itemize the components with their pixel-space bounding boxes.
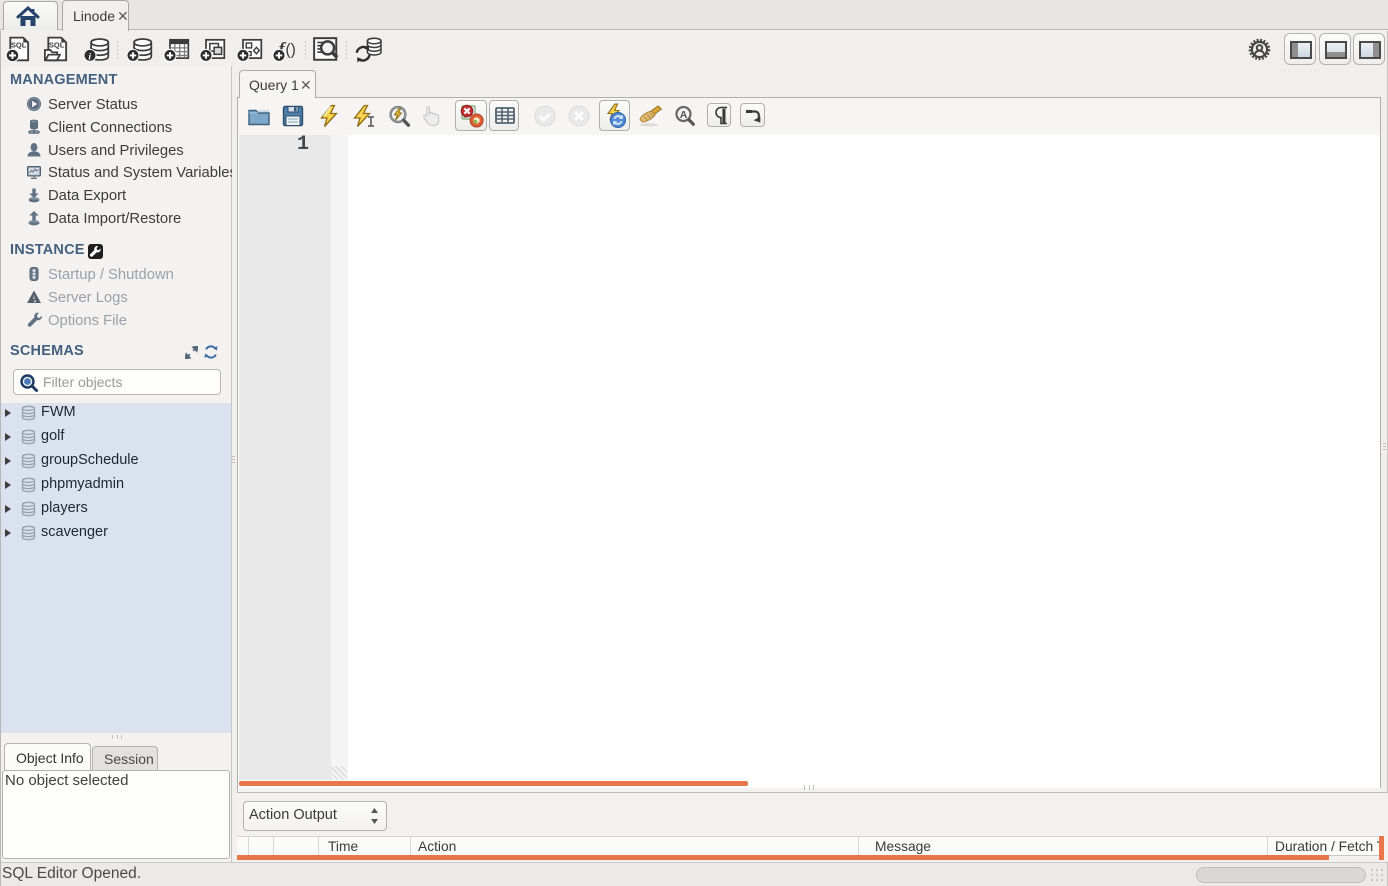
svg-text:i: i [88,52,91,63]
svg-text:SQL: SQL [49,40,65,49]
svg-text:SQL: SQL [11,40,27,49]
svg-text:(): () [285,41,295,58]
svg-text:A: A [680,109,688,121]
